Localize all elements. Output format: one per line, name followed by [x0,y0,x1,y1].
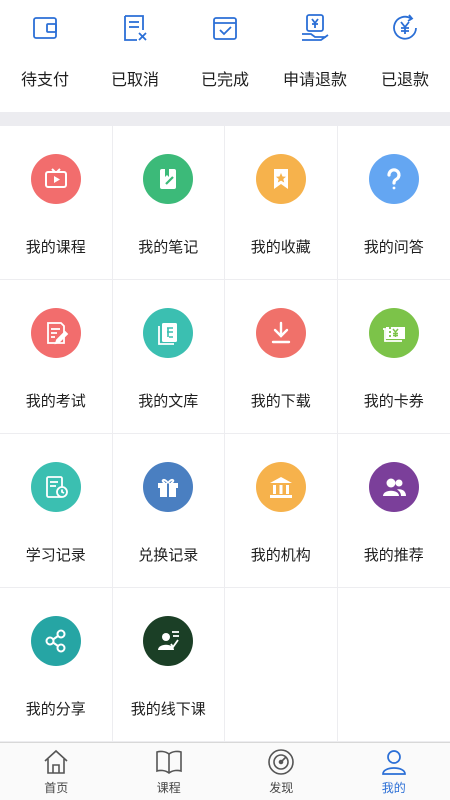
grid-empty-cell [225,588,338,742]
question-icon [368,154,419,204]
section-divider [0,112,450,126]
tab-discover[interactable]: 发现 [225,743,338,800]
tab-label: 首页 [44,781,69,795]
grid-item-label: 我的课程 [25,238,86,256]
grid-item-label: 我的收藏 [250,238,311,256]
feature-grid: 我的课程 我的笔记 我的收藏 我的问答 我的考试 我的文库 我的下载 我的卡券 … [0,126,450,742]
tab-label: 发现 [269,781,294,795]
coupon-ticket-icon [368,308,419,358]
grid-item-label: 兑换记录 [138,546,199,564]
gift-box-icon [143,462,194,512]
compass-icon [268,749,295,775]
grid-item-label: 我的文库 [138,392,199,410]
order-status-row: 待支付 已取消 已完成 申请退款 已退款 [0,0,450,112]
grid-item-my-shares[interactable]: 我的分享 [0,588,113,742]
bottom-tab-bar: 首页 课程 发现 我的 [0,742,450,800]
refund-request-icon [302,14,329,41]
grid-item-label: 我的卡券 [363,392,424,410]
completed-calendar-icon [213,17,237,40]
tab-label: 课程 [156,781,181,795]
grid-item-my-recommendations[interactable]: 我的推荐 [337,434,450,588]
grid-item-my-downloads[interactable]: 我的下载 [225,280,338,434]
grid-item-label: 我的问答 [363,238,424,256]
order-completed[interactable]: 已完成 [180,0,270,112]
institution-building-icon [255,462,306,512]
users-group-icon [368,462,419,512]
grid-item-my-qa[interactable]: 我的问答 [337,126,450,280]
grid-item-label: 学习记录 [25,546,86,564]
share-nodes-icon [30,616,81,666]
order-label: 申请退款 [282,70,347,89]
notebook-pen-icon [143,154,194,204]
grid-item-my-exams[interactable]: 我的考试 [0,280,113,434]
library-book-icon [143,308,194,358]
bookmark-star-icon [255,154,306,204]
grid-item-label: 我的笔记 [138,238,199,256]
grid-item-my-library[interactable]: 我的文库 [112,280,225,434]
tab-home[interactable]: 首页 [0,743,113,800]
video-play-icon [30,154,81,204]
grid-item-label: 我的线下课 [130,700,206,718]
order-label: 已取消 [110,70,159,89]
order-refunded[interactable]: 已退款 [360,0,450,112]
grid-item-label: 我的考试 [25,392,86,410]
cancelled-doc-icon [124,15,147,41]
book-icon [155,750,182,774]
order-label: 待支付 [20,70,69,89]
grid-item-label: 我的分享 [25,700,86,718]
offline-class-icon [143,616,194,666]
order-pending-payment[interactable]: 待支付 [0,0,90,112]
grid-item-label: 我的机构 [250,546,311,564]
grid-item-redeem-records[interactable]: 兑换记录 [112,434,225,588]
exam-paper-icon [30,308,81,358]
grid-empty-cell [337,588,450,742]
grid-item-my-courses[interactable]: 我的课程 [0,126,113,280]
user-icon [381,750,406,775]
home-icon [44,749,68,774]
tab-courses[interactable]: 课程 [113,743,226,800]
grid-item-study-records[interactable]: 学习记录 [0,434,113,588]
grid-item-label: 我的下载 [250,392,311,410]
refunded-yen-icon [393,14,417,40]
study-record-icon [30,462,81,512]
order-refund-request[interactable]: 申请退款 [270,0,360,112]
grid-item-my-favorites[interactable]: 我的收藏 [225,126,338,280]
download-icon [255,308,306,358]
grid-item-my-notes[interactable]: 我的笔记 [112,126,225,280]
order-cancelled[interactable]: 已取消 [90,0,180,112]
tab-label: 我的 [381,781,406,795]
tab-mine[interactable]: 我的 [338,743,450,800]
wallet-icon [33,17,57,39]
order-label: 已完成 [200,70,249,89]
order-label: 已退款 [380,70,429,89]
grid-item-my-offline-classes[interactable]: 我的线下课 [112,588,225,742]
grid-item-my-institution[interactable]: 我的机构 [225,434,338,588]
grid-item-label: 我的推荐 [363,546,424,564]
grid-item-my-coupons[interactable]: 我的卡券 [337,280,450,434]
